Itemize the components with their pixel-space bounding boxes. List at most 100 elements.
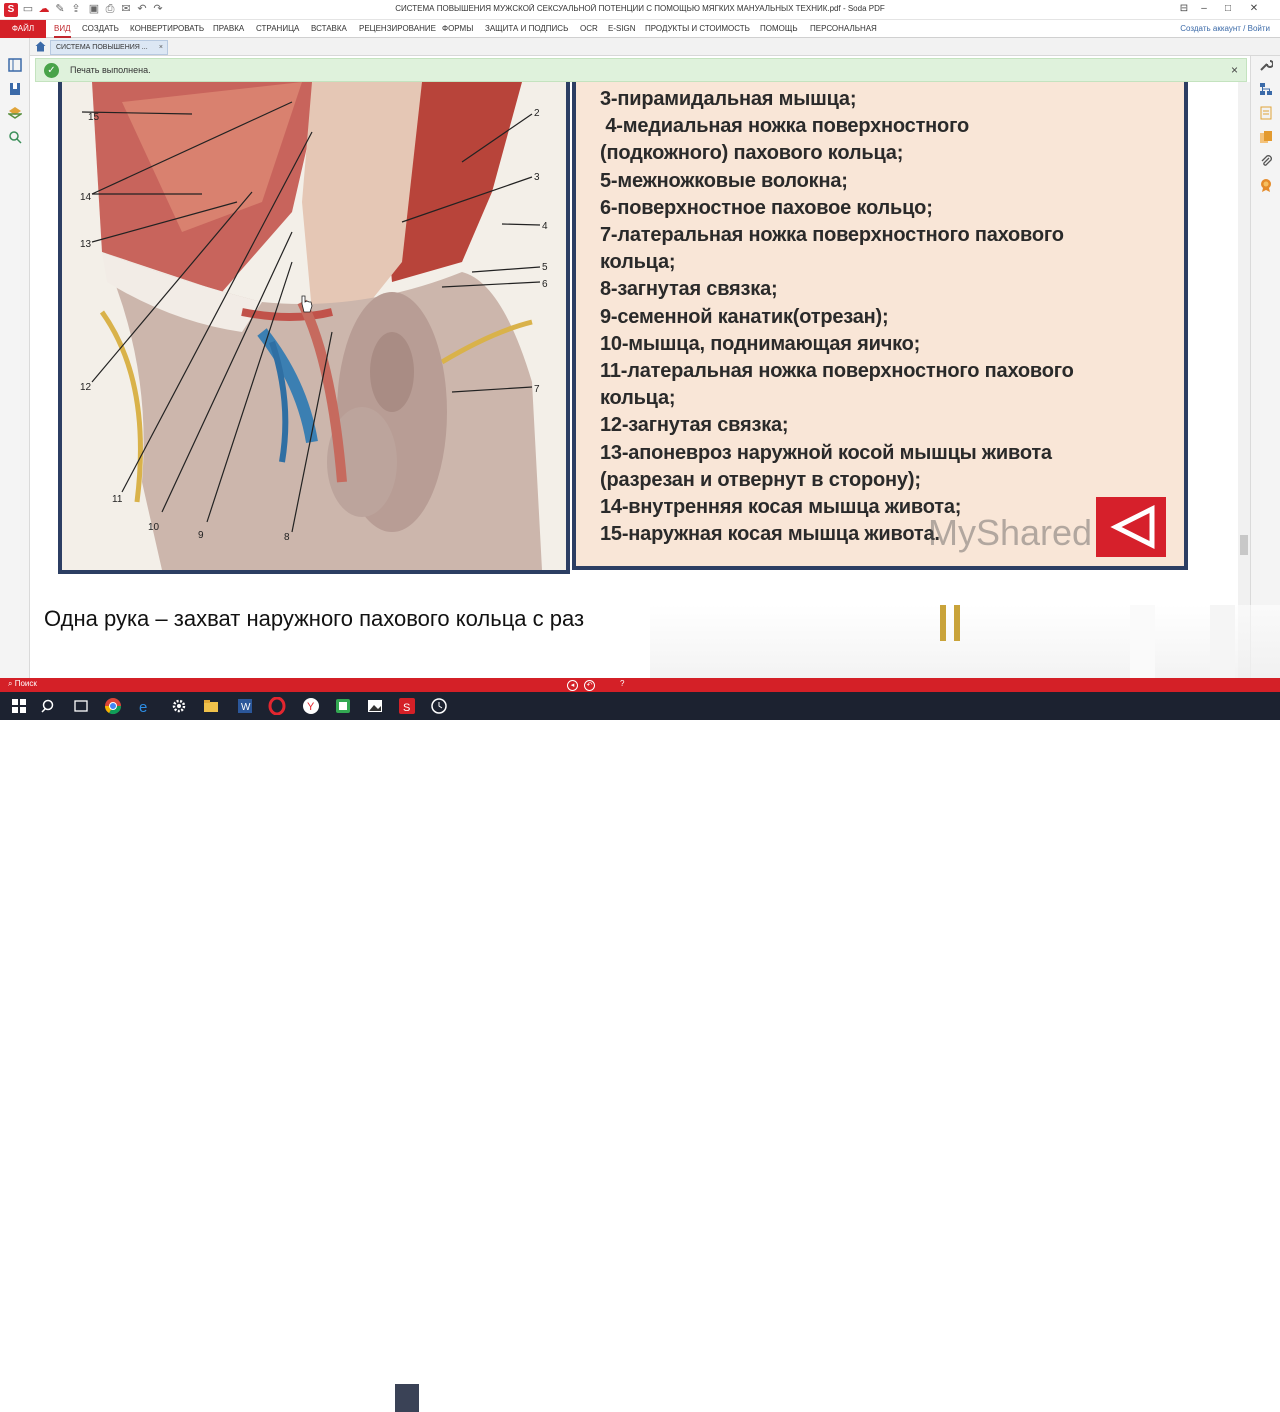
figure-label-14: 14 bbox=[80, 192, 92, 203]
word-icon[interactable]: W bbox=[236, 697, 254, 715]
menu-item-page[interactable]: СТРАНИЦА bbox=[256, 20, 299, 38]
search-icon[interactable] bbox=[40, 697, 58, 715]
svg-text:e: e bbox=[139, 699, 147, 715]
menu-item-products[interactable]: ПРОДУКТЫ И СТОИМОСТЬ bbox=[645, 20, 750, 38]
status-bar: ⌕ Поиск ◂ ↶ ? bbox=[0, 678, 1280, 692]
clock-app-icon[interactable] bbox=[430, 697, 448, 715]
wrench-icon[interactable] bbox=[1259, 58, 1273, 72]
task-view-icon[interactable] bbox=[72, 697, 90, 715]
menu-item-review[interactable]: РЕЦЕНЗИРОВАНИЕ bbox=[359, 20, 436, 38]
certificate-icon[interactable] bbox=[1259, 178, 1273, 192]
menu-item-insert[interactable]: ВСТАВКА bbox=[311, 20, 347, 38]
settings-gear-icon[interactable] bbox=[170, 697, 188, 715]
back-icon[interactable]: ↶ bbox=[584, 680, 595, 691]
account-link[interactable]: Создать аккаунт / Войти bbox=[1180, 20, 1270, 38]
figure-label-11: 11 bbox=[112, 494, 123, 505]
tab-close-icon[interactable]: × bbox=[159, 41, 163, 54]
app-logo-icon[interactable]: S bbox=[4, 3, 18, 17]
open-icon[interactable]: ▭ bbox=[22, 3, 34, 15]
chrome-icon[interactable] bbox=[104, 697, 122, 715]
menu-item-personal[interactable]: ПЕРСОНАЛЬНАЯ bbox=[810, 20, 877, 38]
minimize-icon[interactable]: – bbox=[1196, 2, 1212, 16]
layers-icon[interactable] bbox=[8, 106, 22, 120]
maximize-icon[interactable]: □ bbox=[1220, 2, 1236, 16]
play-triangle-icon bbox=[1110, 504, 1155, 550]
figure-label-9: 9 bbox=[198, 530, 204, 541]
notification-close-icon[interactable]: × bbox=[1231, 63, 1238, 77]
legend-line: кольца; bbox=[600, 387, 676, 410]
print-icon[interactable]: ⎙ bbox=[104, 3, 116, 15]
attachment-icon[interactable] bbox=[1259, 154, 1273, 168]
legend-line: 9-семенной канатик(отрезан); bbox=[600, 305, 889, 328]
figure-label-3: 3 bbox=[534, 172, 540, 183]
home-icon[interactable] bbox=[35, 41, 46, 52]
figure-label-15: 15 bbox=[88, 112, 100, 123]
document-properties-icon[interactable] bbox=[1259, 106, 1273, 120]
hierarchy-icon[interactable] bbox=[1259, 82, 1273, 96]
yandex-browser-icon[interactable]: Y bbox=[302, 697, 320, 715]
legend-line: 7-латеральная ножка поверхностного пахов… bbox=[600, 224, 1064, 247]
legend-line: 11-латеральная ножка поверхностного пахо… bbox=[600, 360, 1074, 383]
close-icon[interactable]: ✕ bbox=[1246, 2, 1262, 16]
legend-line: кольца; bbox=[600, 251, 676, 274]
window-title: СИСТЕМА ПОВЫШЕНИЯ МУЖСКОЙ СЕКСУАЛЬНОЙ ПО… bbox=[395, 4, 885, 13]
figure-label-12: 12 bbox=[80, 382, 92, 393]
scrollbar-thumb[interactable] bbox=[1240, 535, 1248, 555]
legend-line: 8-загнутая связка; bbox=[600, 278, 778, 301]
tab-document-label: СИСТЕМА ПОВЫШЕНИЯ ... bbox=[56, 44, 148, 51]
bookmarks-icon[interactable] bbox=[8, 82, 22, 96]
sheets-app-icon[interactable] bbox=[334, 697, 352, 715]
search-doc-icon[interactable] bbox=[8, 130, 22, 144]
windows-start-icon[interactable] bbox=[10, 697, 28, 715]
cloud-icon[interactable]: ☁ bbox=[38, 3, 50, 15]
copy-pages-icon[interactable] bbox=[1259, 130, 1273, 144]
pages-icon[interactable] bbox=[8, 58, 22, 72]
myshared-logo bbox=[1096, 497, 1166, 557]
edit-icon[interactable]: ✎ bbox=[54, 3, 66, 15]
figure-label-2: 2 bbox=[534, 108, 540, 119]
tab-document[interactable]: СИСТЕМА ПОВЫШЕНИЯ ... × bbox=[50, 40, 168, 55]
menu-item-edit[interactable]: ПРАВКА bbox=[213, 20, 244, 38]
figure-label-13: 13 bbox=[80, 239, 92, 250]
page-indicator: ? bbox=[620, 679, 625, 688]
menu-item-esign[interactable]: E-SIGN bbox=[608, 20, 636, 38]
legend-line: (подкожного) пахового кольца; bbox=[600, 142, 904, 165]
notification-text: Печать выполнена. bbox=[70, 65, 151, 75]
right-sidebar bbox=[1250, 56, 1280, 678]
legend-line: 14-внутренняя косая мышца живота; bbox=[600, 496, 962, 519]
legend-line: (разрезан и отвернут в сторону); bbox=[600, 468, 921, 491]
anatomy-illustration: 15 14 13 12 11 10 9 8 7 6 5 4 3 2 bbox=[62, 82, 566, 570]
menu-item-create[interactable]: СОЗДАТЬ bbox=[82, 20, 119, 38]
file-menu-button[interactable]: ФАЙЛ bbox=[0, 20, 46, 38]
notification-bar: ✓ Печать выполнена. × bbox=[35, 58, 1247, 82]
menu-item-forms[interactable]: ФОРМЫ bbox=[442, 20, 473, 38]
soda-pdf-icon[interactable]: S bbox=[398, 697, 416, 715]
legend-line: 13-апоневроз наружной косой мышцы живота bbox=[600, 441, 1052, 464]
photos-icon[interactable] bbox=[366, 697, 384, 715]
legend-text: 3-пирамидальная мышца; 4-медиальная ножк… bbox=[600, 86, 1180, 548]
restore-ribbon-icon[interactable]: ⊟ bbox=[1176, 2, 1192, 16]
edge-icon[interactable]: e bbox=[136, 697, 154, 715]
opera-icon[interactable] bbox=[268, 697, 286, 715]
success-check-icon: ✓ bbox=[44, 63, 59, 78]
vertical-scrollbar[interactable] bbox=[1238, 82, 1250, 678]
menu-item-convert[interactable]: КОНВЕРТИРОВАТЬ bbox=[130, 20, 204, 38]
legend-line: 6-поверхностное паховое кольцо; bbox=[600, 196, 933, 219]
title-bar: S ▭ ☁ ✎ ⇪ ▣ ⎙ ✉ ↶ ↷ СИСТЕМА ПОВЫШЕНИЯ МУ… bbox=[0, 0, 1280, 20]
undo-icon[interactable]: ↶ bbox=[136, 3, 148, 15]
prev-page-icon[interactable]: ◂ bbox=[567, 680, 578, 691]
figure-label-5: 5 bbox=[542, 262, 548, 273]
save-icon[interactable]: ▣ bbox=[88, 3, 100, 15]
file-explorer-icon[interactable] bbox=[202, 697, 220, 715]
menu-item-help[interactable]: ПОМОЩЬ bbox=[760, 20, 798, 38]
taskbar: e W Y S bbox=[0, 692, 1280, 1412]
taskbar-active-app bbox=[395, 1384, 419, 1412]
menu-item-ocr[interactable]: OCR bbox=[580, 20, 598, 38]
redo-icon[interactable]: ↷ bbox=[152, 3, 164, 15]
status-search[interactable]: ⌕ Поиск bbox=[8, 679, 37, 689]
menu-item-protect[interactable]: ЗАЩИТА И ПОДПИСЬ bbox=[485, 20, 568, 38]
email-icon[interactable]: ✉ bbox=[120, 3, 132, 15]
menu-item-view[interactable]: ВИД bbox=[54, 20, 71, 38]
anatomy-figure: 15 14 13 12 11 10 9 8 7 6 5 4 3 2 bbox=[58, 82, 570, 574]
share-icon[interactable]: ⇪ bbox=[70, 3, 82, 15]
